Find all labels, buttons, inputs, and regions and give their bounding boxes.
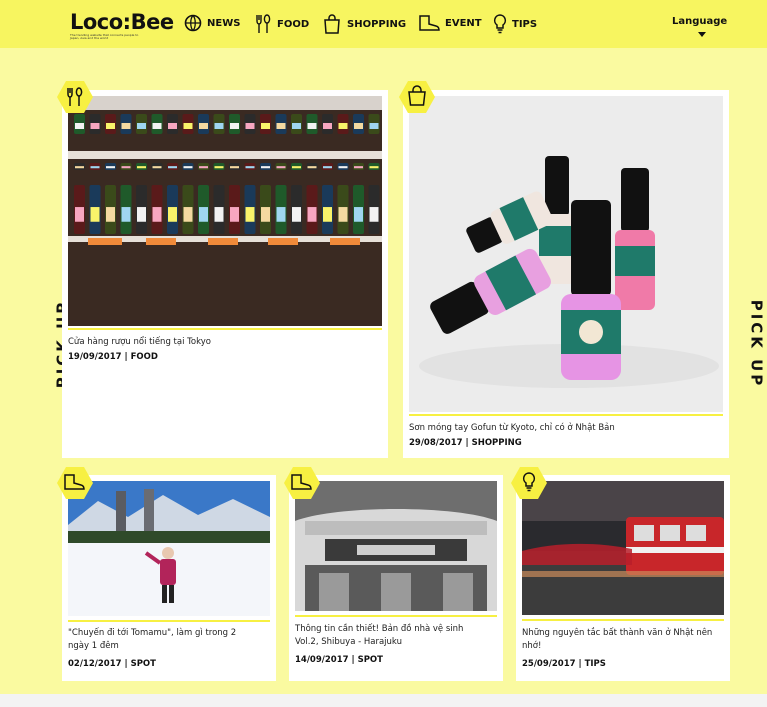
pickup-label-right: PICK UP: [747, 299, 766, 389]
article-date: 19/09/2017: [68, 352, 122, 362]
article-meta: 19/09/2017 | FOOD: [68, 352, 158, 362]
nav-label-shopping: SHOPPING: [347, 18, 407, 30]
meta-separator: |: [124, 659, 128, 669]
logo-tagline: The trending website that connects peopl…: [70, 33, 139, 40]
card-divider: [68, 328, 382, 330]
food-category-badge: [57, 81, 93, 113]
article-title-line: nhớ!: [522, 641, 542, 651]
article-photo[interactable]: [295, 481, 497, 611]
nav-item-news[interactable]: NEWS: [184, 14, 258, 32]
footer-band: [0, 694, 767, 707]
spot-category-badge: [284, 467, 320, 499]
article-title-line: Thông tin cần thiết! Bản đồ nhà vệ sinh: [295, 624, 464, 634]
nav-label-news: NEWS: [207, 17, 241, 29]
article-title-line: Những nguyên tắc bất thành văn ở Nhật nê…: [522, 628, 713, 638]
lightbulb-icon: [493, 14, 507, 34]
article-title[interactable]: Thông tin cần thiết! Bản đồ nhà vệ sinh …: [295, 623, 499, 649]
nav-item-food[interactable]: FOOD: [254, 14, 327, 34]
card-divider: [409, 414, 723, 416]
article-date: 25/09/2017: [522, 659, 576, 669]
card-divider: [295, 615, 497, 617]
article-card-sake-shop[interactable]: Cửa hàng rượu nổi tiếng tại Tokyo 19/09/…: [62, 90, 388, 458]
article-category[interactable]: SPOT: [131, 659, 156, 669]
meta-separator: |: [351, 655, 355, 665]
meta-separator: |: [578, 659, 582, 669]
logo-text: Loco:Bee: [70, 10, 174, 34]
language-selector[interactable]: Language: [672, 16, 727, 27]
article-meta: 02/12/2017 | SPOT: [68, 659, 156, 669]
site-logo[interactable]: Loco:Bee The trending website that conne…: [70, 10, 174, 40]
article-card-tomamu[interactable]: "Chuyến đi tới Tomamu", làm gì trong 2 n…: [62, 475, 276, 681]
article-title[interactable]: "Chuyến đi tới Tomamu", làm gì trong 2 n…: [68, 627, 272, 653]
shopping-bag-icon: [324, 14, 340, 34]
article-date: 14/09/2017: [295, 655, 349, 665]
boot-icon: [419, 15, 440, 31]
nav-label-event: EVENT: [445, 17, 482, 29]
nav-item-event[interactable]: EVENT: [418, 14, 500, 32]
article-title-line: "Chuyến đi tới Tomamu", làm gì trong 2: [68, 628, 237, 638]
article-meta: 25/09/2017 | TIPS: [522, 659, 606, 669]
meta-separator: |: [124, 352, 128, 362]
nav-item-tips[interactable]: TIPS: [493, 14, 555, 34]
article-meta: 29/08/2017 | SHOPPING: [409, 438, 522, 448]
article-title[interactable]: Sơn móng tay Gofun từ Kyoto, chỉ có ở Nh…: [409, 422, 723, 435]
article-card-nail-polish[interactable]: Sơn móng tay Gofun từ Kyoto, chỉ có ở Nh…: [403, 90, 729, 458]
spot-category-badge: [57, 467, 93, 499]
article-meta: 14/09/2017 | SPOT: [295, 655, 383, 665]
article-category[interactable]: SHOPPING: [472, 438, 522, 448]
article-photo[interactable]: [409, 96, 723, 412]
article-category[interactable]: TIPS: [585, 659, 606, 669]
top-nav-bar: Loco:Bee The trending website that conne…: [0, 0, 767, 48]
article-photo[interactable]: [68, 481, 270, 616]
meta-separator: |: [465, 438, 469, 448]
shopping-category-badge: [399, 81, 435, 113]
article-title-line: ngày 1 đêm: [68, 641, 119, 651]
article-category[interactable]: SPOT: [358, 655, 383, 665]
article-date: 29/08/2017: [409, 438, 463, 448]
article-title[interactable]: Những nguyên tắc bất thành văn ở Nhật nê…: [522, 627, 726, 653]
article-card-toilet-map[interactable]: Thông tin cần thiết! Bản đồ nhà vệ sinh …: [289, 475, 503, 681]
article-card-unwritten-rules[interactable]: Những nguyên tắc bất thành văn ở Nhật nê…: [516, 475, 730, 681]
nav-label-food: FOOD: [277, 18, 310, 30]
fork-spoon-icon: [256, 14, 271, 33]
card-divider: [522, 619, 724, 621]
article-category[interactable]: FOOD: [131, 352, 158, 362]
nav-label-tips: TIPS: [512, 18, 538, 30]
article-title-line: Vol.2, Shibuya - Harajuku: [295, 637, 402, 647]
article-date: 02/12/2017: [68, 659, 122, 669]
card-divider: [68, 620, 270, 622]
globe-icon: [184, 14, 202, 32]
nav-item-shopping[interactable]: SHOPPING: [322, 14, 424, 34]
article-photo[interactable]: [68, 96, 382, 326]
article-photo[interactable]: [522, 481, 724, 615]
article-title[interactable]: Cửa hàng rượu nổi tiếng tại Tokyo: [68, 336, 382, 349]
language-dropdown-arrow-icon[interactable]: [698, 32, 706, 37]
tips-category-badge: [511, 467, 547, 499]
